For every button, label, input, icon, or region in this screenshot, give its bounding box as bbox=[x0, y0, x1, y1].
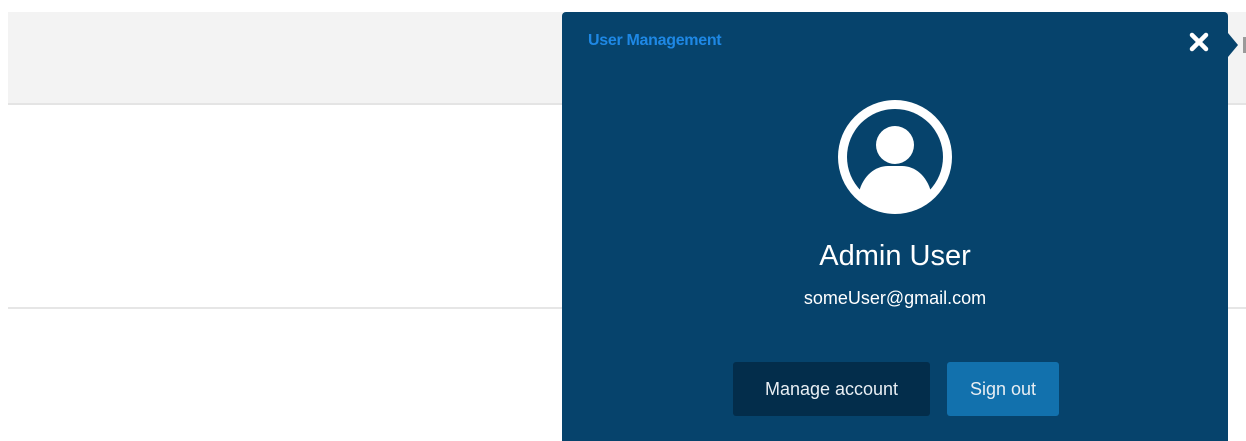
user-management-panel: User Management Admin User someUser@gmai… bbox=[562, 12, 1228, 441]
sign-out-button[interactable]: Sign out bbox=[947, 362, 1059, 416]
panel-title: User Management bbox=[588, 32, 722, 49]
user-email: someUser@gmail.com bbox=[803, 288, 987, 308]
user-name: Admin User bbox=[819, 240, 971, 272]
close-icon[interactable] bbox=[1188, 31, 1210, 53]
manage-account-button[interactable]: Manage account bbox=[733, 362, 930, 416]
user-avatar-icon bbox=[838, 100, 952, 214]
panel-pointer-arrow bbox=[1228, 33, 1238, 57]
